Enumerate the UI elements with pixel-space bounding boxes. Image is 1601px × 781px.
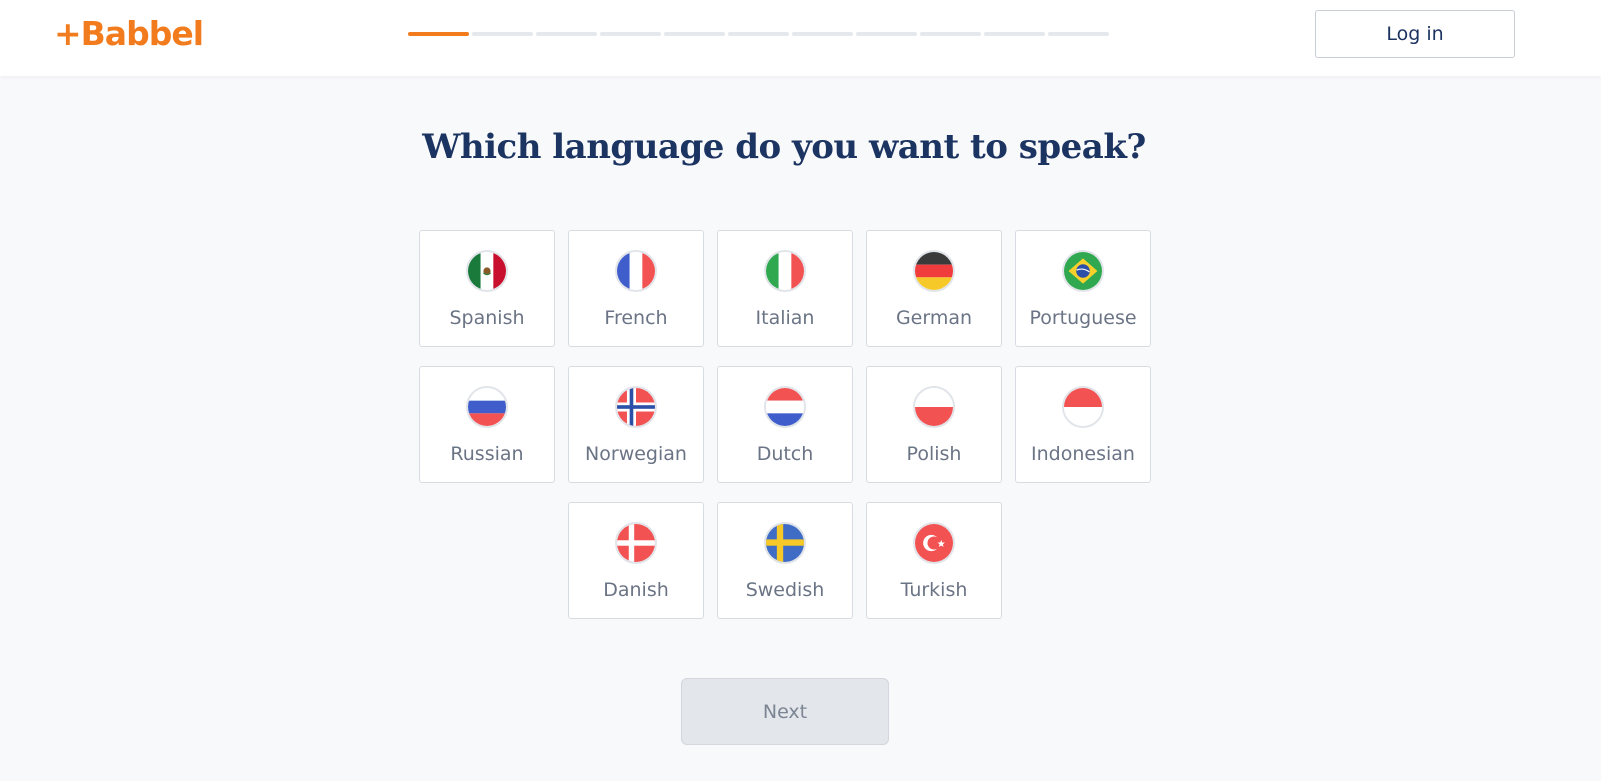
language-card-danish[interactable]: Danish <box>568 502 704 619</box>
progress-segment <box>792 32 853 36</box>
progress-segment <box>728 32 789 36</box>
language-label: Italian <box>755 307 815 329</box>
indonesia-flag-icon <box>1062 386 1104 428</box>
progress-segment <box>1048 32 1109 36</box>
progress-segment <box>664 32 725 36</box>
language-label: Spanish <box>449 307 525 329</box>
language-card-dutch[interactable]: Dutch <box>717 366 853 483</box>
language-card-portuguese[interactable]: Portuguese <box>1015 230 1151 347</box>
language-label: Danish <box>603 579 669 601</box>
language-card-swedish[interactable]: Swedish <box>717 502 853 619</box>
language-label: Polish <box>906 443 962 465</box>
progress-segment <box>920 32 981 36</box>
italy-flag-icon <box>764 250 806 292</box>
language-card-russian[interactable]: Russian <box>419 366 555 483</box>
sweden-flag-icon <box>764 522 806 564</box>
language-label: Norwegian <box>585 443 687 465</box>
language-label: French <box>604 307 668 329</box>
poland-flag-icon <box>913 386 955 428</box>
germany-flag-icon <box>913 250 955 292</box>
france-flag-icon <box>615 250 657 292</box>
language-card-spanish[interactable]: Spanish <box>419 230 555 347</box>
brazil-flag-icon <box>1062 250 1104 292</box>
progress-segment <box>856 32 917 36</box>
progress-segment <box>536 32 597 36</box>
login-button[interactable]: Log in <box>1315 10 1515 58</box>
language-card-indonesian[interactable]: Indonesian <box>1015 366 1151 483</box>
language-card-polish[interactable]: Polish <box>866 366 1002 483</box>
language-card-french[interactable]: French <box>568 230 704 347</box>
next-button[interactable]: Next <box>681 678 889 745</box>
mexico-flag-icon <box>466 250 508 292</box>
babbel-logo[interactable]: +Babbel <box>54 12 204 56</box>
language-label: Swedish <box>745 579 825 601</box>
language-card-german[interactable]: German <box>866 230 1002 347</box>
turkey-flag-icon <box>913 522 955 564</box>
denmark-flag-icon <box>615 522 657 564</box>
language-label: German <box>895 307 973 329</box>
language-label: Russian <box>450 443 524 465</box>
progress-segment <box>472 32 533 36</box>
language-label: Turkish <box>900 579 968 601</box>
language-label: Indonesian <box>1031 443 1135 465</box>
language-label: Portuguese <box>1029 307 1137 329</box>
progress-segment <box>600 32 661 36</box>
language-card-norwegian[interactable]: Norwegian <box>568 366 704 483</box>
language-label: Dutch <box>756 443 814 465</box>
top-header: +Babbel Log in <box>0 0 1601 76</box>
russia-flag-icon <box>466 386 508 428</box>
norway-flag-icon <box>615 386 657 428</box>
page-title: Which language do you want to speak? <box>422 127 1146 167</box>
language-grid: Spanish French Italian German Portuguese… <box>419 230 1151 619</box>
language-card-italian[interactable]: Italian <box>717 230 853 347</box>
progress-bar <box>408 32 1109 36</box>
netherlands-flag-icon <box>764 386 806 428</box>
progress-segment <box>984 32 1045 36</box>
language-card-turkish[interactable]: Turkish <box>866 502 1002 619</box>
progress-segment-active <box>408 32 469 36</box>
